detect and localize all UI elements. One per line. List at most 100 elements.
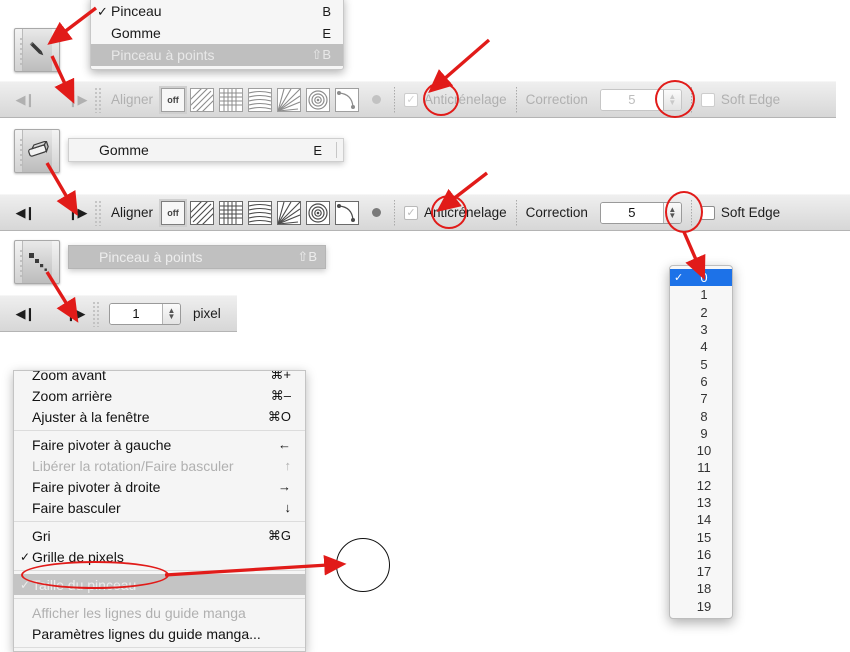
- menu-item-pinceau-a-points[interactable]: Pinceau à points ⇧B: [91, 44, 343, 66]
- dropdown-option-5[interactable]: 5: [670, 355, 732, 372]
- dotbrush-label-strip[interactable]: Pinceau à points ⇧B: [68, 245, 326, 269]
- dropdown-option-label: 14: [696, 512, 712, 528]
- correction-value[interactable]: 5: [600, 89, 663, 110]
- softedge-checkbox[interactable]: [700, 92, 715, 107]
- prev-preset-button[interactable]: ◀❙: [14, 205, 36, 221]
- stepper-arrows-icon[interactable]: ▲ ▼: [162, 303, 180, 324]
- tool-selection-menu[interactable]: ✓ Pinceau B Gomme E Pinceau à points ⇧B: [90, 0, 344, 70]
- align-off-button[interactable]: off: [161, 87, 186, 112]
- dropdown-option-1[interactable]: 1: [670, 286, 732, 303]
- brush-shape-dot-icon[interactable]: [372, 95, 382, 104]
- toolbar-grip[interactable]: [92, 300, 101, 327]
- align-diagonal-hatch-icon[interactable]: [190, 200, 215, 225]
- brush-shape-dot-icon[interactable]: [372, 208, 382, 217]
- prev-preset-button[interactable]: ◀❙: [14, 92, 36, 108]
- dropdown-option-label: 18: [696, 581, 712, 597]
- dropdown-option-15[interactable]: 15: [670, 528, 732, 545]
- context-menu-item-shortcut: ⌘+: [270, 370, 291, 382]
- menu-item-gomme[interactable]: Gomme E: [91, 22, 343, 44]
- tool-button-eraser[interactable]: [14, 129, 60, 173]
- correction-value-dropdown[interactable]: ✓ 0 1 2 3 4 5 6 7 8 9 10 11 12 13 14 15 16 17 18 19: [669, 265, 733, 619]
- context-menu-item[interactable]: Zoom arrière ⌘–: [14, 385, 305, 406]
- antialias-checkbox[interactable]: ✓: [404, 92, 419, 107]
- next-preset-button[interactable]: ❙▶: [64, 306, 86, 322]
- align-horizontal-lines-icon[interactable]: [248, 200, 273, 225]
- brush-size-stepper[interactable]: 1 ▲ ▼: [109, 302, 181, 325]
- dropdown-option-10[interactable]: 10: [670, 442, 732, 459]
- context-menu-item[interactable]: Paramètres lignes du guide manga...: [14, 623, 305, 644]
- align-concentric-icon[interactable]: [306, 200, 331, 225]
- dropdown-option-7[interactable]: 7: [670, 390, 732, 407]
- toolbar-grip[interactable]: [94, 199, 103, 226]
- next-preset-button[interactable]: ❙▶: [66, 205, 88, 221]
- brush-size-value[interactable]: 1: [110, 303, 162, 324]
- correction-label: Correction: [525, 205, 588, 220]
- dropdown-option-12[interactable]: 12: [670, 477, 732, 494]
- option-bar-dot-brush[interactable]: ◀❙ ❙▶ 1 ▲ ▼ pixel: [0, 295, 237, 332]
- dropdown-option-13[interactable]: 13: [670, 494, 732, 511]
- dropdown-option-4[interactable]: 4: [670, 338, 732, 355]
- softedge-control[interactable]: Soft Edge: [700, 92, 780, 107]
- dropdown-option-9[interactable]: 9: [670, 425, 732, 442]
- dropdown-option-14[interactable]: 14: [670, 511, 732, 528]
- tool-grip-dots: [20, 38, 23, 65]
- context-menu-item[interactable]: Faire basculer ↓: [14, 497, 305, 518]
- context-menu-item-shortcut: ↓: [284, 500, 292, 515]
- align-diagonal-hatch-icon[interactable]: [190, 87, 215, 112]
- align-off-button[interactable]: off: [161, 200, 186, 225]
- highlight-ellipse-stepper-eraser: [665, 191, 703, 233]
- correction-label: Correction: [525, 92, 588, 107]
- context-menu-item[interactable]: Faire pivoter à gauche ←: [14, 434, 305, 455]
- context-menu-item-label: Zoom avant: [32, 370, 106, 383]
- dotbrush-strip-label: Pinceau à points: [99, 249, 203, 265]
- align-curve-icon[interactable]: [335, 87, 360, 112]
- context-menu-item-shortcut: ⌘O: [267, 408, 291, 424]
- context-menu-item[interactable]: Afficher les lignes du guide manga: [14, 602, 305, 623]
- align-label: Aligner: [111, 205, 154, 220]
- menu-item-shortcut: ⇧B: [311, 47, 331, 62]
- dropdown-option-0[interactable]: ✓ 0: [670, 269, 732, 287]
- align-curve-icon[interactable]: [335, 200, 360, 225]
- context-menu-item-shortcut: →: [278, 479, 291, 494]
- dropdown-option-6[interactable]: 6: [670, 373, 732, 390]
- correction-value[interactable]: 5: [600, 202, 663, 223]
- dropdown-option-8[interactable]: 8: [670, 407, 732, 424]
- eraser-label-strip[interactable]: Gomme E: [68, 138, 344, 162]
- toolbar-grip[interactable]: [94, 86, 103, 113]
- option-bar-eraser[interactable]: ◀❙ ❙▶ Aligner off ✓ Anticrénelage Correc…: [0, 194, 850, 231]
- prev-preset-button[interactable]: ◀❙: [14, 306, 36, 322]
- align-concentric-icon[interactable]: [306, 87, 331, 112]
- dropdown-option-18[interactable]: 18: [670, 580, 732, 597]
- dropdown-option-11[interactable]: 11: [670, 459, 732, 476]
- dropdown-option-17[interactable]: 17: [670, 563, 732, 580]
- tool-button-dot-brush[interactable]: [14, 240, 60, 284]
- align-horizontal-lines-icon[interactable]: [248, 87, 273, 112]
- dropdown-option-3[interactable]: 3: [670, 321, 732, 338]
- highlight-ellipse-antialias-eraser: [431, 195, 467, 229]
- tool-button-brush[interactable]: [14, 28, 60, 72]
- context-menu-item[interactable]: Faire pivoter à droite →: [14, 476, 305, 497]
- dropdown-option-2[interactable]: 2: [670, 304, 732, 321]
- dropdown-option-19[interactable]: 19: [670, 598, 732, 615]
- context-menu-item-label: Faire pivoter à droite: [32, 478, 161, 495]
- menu-item-pinceau[interactable]: ✓ Pinceau B: [91, 0, 343, 22]
- menu-item-label: Gomme: [111, 25, 161, 41]
- pencil-icon: [22, 29, 52, 71]
- align-grid-icon[interactable]: [219, 200, 244, 225]
- align-grid-icon[interactable]: [219, 87, 244, 112]
- softedge-control[interactable]: Soft Edge: [700, 205, 780, 220]
- dropdown-option-16[interactable]: 16: [670, 546, 732, 563]
- antialias-checkbox[interactable]: ✓: [404, 205, 419, 220]
- dropdown-option-label: 15: [696, 529, 712, 545]
- option-bar-brush[interactable]: ◀❙ ❙▶ Aligner off ✓ Anticrénelage Correc…: [0, 81, 836, 118]
- view-context-menu[interactable]: Zoom avant ⌘+ Zoom arrière ⌘– Ajuster à la f…: [13, 370, 306, 652]
- menu-item-shortcut: E: [322, 25, 331, 41]
- align-radial-fan-icon[interactable]: [277, 87, 302, 112]
- highlight-ellipse-antialias-brush: [423, 82, 459, 116]
- context-menu-item[interactable]: Zoom avant ⌘+: [14, 370, 305, 385]
- next-preset-button[interactable]: ❙▶: [66, 92, 88, 108]
- context-menu-item[interactable]: Ajuster à la fenêtre ⌘O: [14, 406, 305, 427]
- align-radial-fan-icon[interactable]: [277, 200, 302, 225]
- context-menu-item[interactable]: Gri ⌘G: [14, 525, 305, 546]
- context-menu-item[interactable]: Libérer la rotation/Faire basculer ↑: [14, 455, 305, 476]
